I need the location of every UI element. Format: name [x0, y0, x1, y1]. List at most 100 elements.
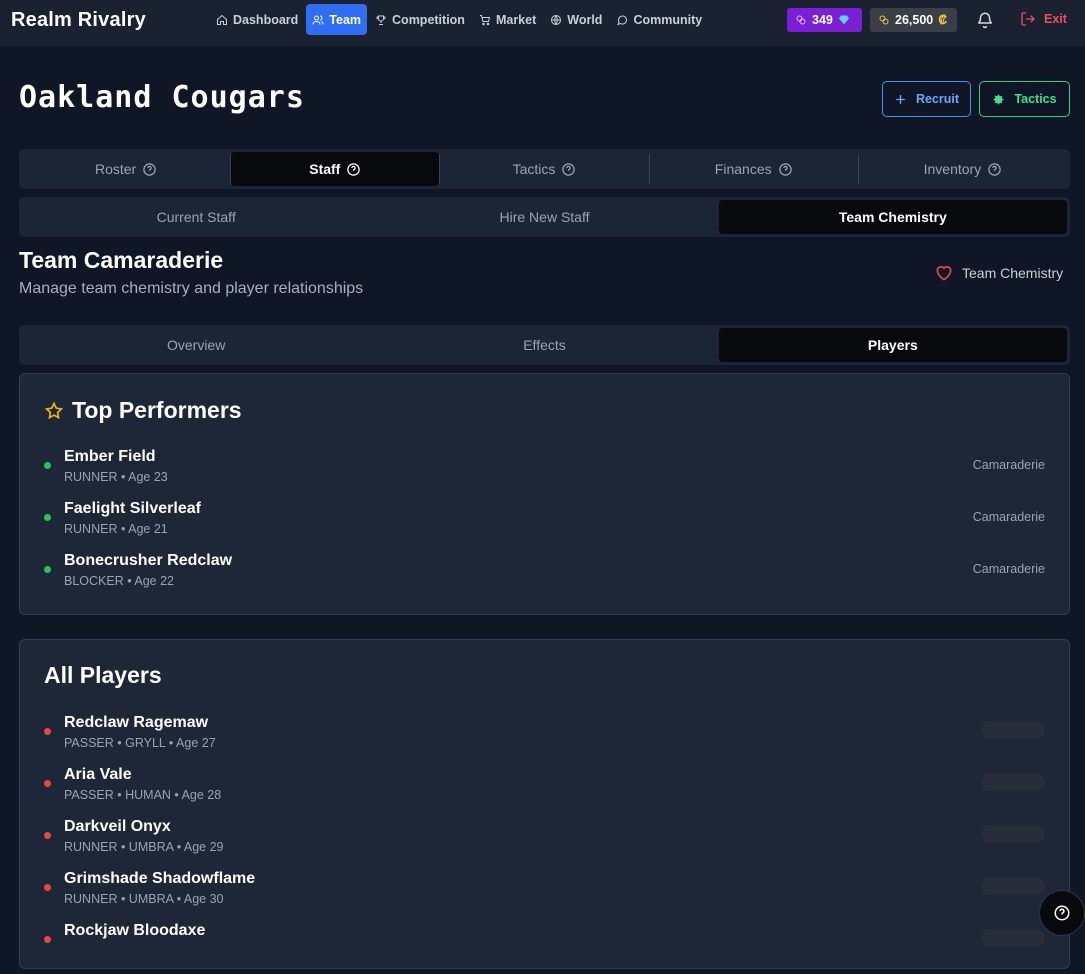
list-item[interactable]: Darkveil Onyx RUNNER • UMBRA • Age 29	[44, 818, 1045, 870]
help-circle-icon	[143, 162, 156, 176]
help-circle-icon	[347, 162, 361, 176]
player-name: Grimshade Shadowflame	[64, 870, 256, 887]
tab-label: Effects	[523, 337, 566, 353]
tab-roster[interactable]: Roster	[22, 152, 230, 186]
tab-label: Players	[867, 337, 918, 353]
status-dot	[44, 832, 51, 839]
plus-icon	[896, 94, 905, 104]
help-button[interactable]	[1039, 890, 1085, 936]
tab-label: Overview	[166, 337, 226, 353]
coins-balance[interactable]: 26,500 ₡	[870, 8, 957, 32]
status-dot	[44, 514, 51, 521]
list-item[interactable]: Grimshade Shadowflame RUNNER • UMBRA • A…	[44, 870, 1045, 922]
tab-inventory[interactable]: Inventory	[859, 152, 1067, 186]
tab-players[interactable]: Players	[718, 328, 1067, 362]
nav-label: World	[567, 12, 603, 27]
trophy-icon	[376, 15, 386, 25]
nav-label: Market	[495, 12, 537, 27]
section-title: Team Camaraderie	[19, 247, 224, 273]
card-title: All Players	[44, 662, 162, 689]
home-icon	[217, 14, 227, 25]
users-icon	[312, 15, 324, 25]
gems-balance[interactable]: 349	[787, 8, 862, 32]
player-meta: BLOCKER • Age 22	[64, 574, 174, 588]
card-title-text: All Players	[44, 662, 162, 688]
player-name: Ember Field	[64, 448, 156, 465]
list-item[interactable]: Faelight Silverleaf RUNNER • Age 21 Cama…	[44, 500, 1045, 552]
player-name: Faelight Silverleaf	[64, 500, 201, 517]
bell-icon[interactable]	[976, 11, 994, 29]
nav-competition[interactable]: Competition	[369, 4, 471, 35]
help-circle-icon	[1054, 905, 1070, 921]
tab-hire-new-staff[interactable]: Hire New Staff	[370, 200, 718, 234]
coins-icon	[879, 15, 889, 25]
nav-label: Team	[329, 12, 362, 27]
chemistry-tabs: Overview Effects Players	[19, 325, 1070, 365]
tab-label: Staff	[309, 161, 341, 177]
loading-placeholder	[981, 773, 1045, 791]
nav-team[interactable]: Team	[306, 4, 368, 35]
top-performers-list: Ember Field RUNNER • Age 23 Camaraderie …	[44, 448, 1045, 604]
tab-team-chemistry[interactable]: Team Chemistry	[718, 200, 1067, 234]
loading-placeholder	[981, 721, 1045, 739]
nav-label: Community	[633, 12, 703, 27]
all-players-card: All Players Redclaw Ragemaw PASSER • GRY…	[19, 639, 1070, 969]
tab-effects[interactable]: Effects	[370, 328, 718, 362]
gems-value: 349	[812, 13, 833, 27]
heart-icon	[936, 265, 952, 281]
player-name: Redclaw Ragemaw	[64, 714, 209, 731]
star-icon	[44, 401, 64, 419]
nav-world[interactable]: World	[544, 4, 608, 35]
tactics-button[interactable]: Tactics	[979, 81, 1070, 117]
nav-label: Dashboard	[233, 12, 299, 27]
list-item[interactable]: Redclaw Ragemaw PASSER • GRYLL • Age 27	[44, 714, 1045, 766]
help-circle-icon	[778, 162, 792, 176]
tab-tactics[interactable]: Tactics	[440, 152, 648, 186]
nav-links: Dashboard Team Competition Market World …	[210, 4, 708, 35]
app-brand[interactable]: Realm Rivalry	[11, 9, 146, 32]
nav-dashboard[interactable]: Dashboard	[210, 4, 304, 35]
tab-overview[interactable]: Overview	[22, 328, 370, 362]
tab-finances[interactable]: Finances	[650, 152, 858, 186]
tab-current-staff[interactable]: Current Staff	[22, 200, 370, 234]
list-item[interactable]: Aria Vale PASSER • HUMAN • Age 28	[44, 766, 1045, 818]
status-dot	[44, 728, 51, 735]
recruit-button[interactable]: Recruit	[882, 81, 971, 117]
list-item[interactable]: Rockjaw Bloodaxe	[44, 922, 1045, 974]
nav-community[interactable]: Community	[610, 4, 708, 35]
logout-icon	[1021, 12, 1035, 26]
tab-label: Current Staff	[156, 209, 236, 225]
player-meta: RUNNER • UMBRA • Age 29	[64, 840, 224, 854]
team-name: Oakland Cougars	[19, 80, 305, 115]
status-dot	[44, 566, 51, 573]
loading-placeholder	[981, 929, 1045, 947]
staff-tabs: Current Staff Hire New Staff Team Chemis…	[19, 197, 1070, 237]
gems-icon	[796, 15, 806, 25]
player-name: Aria Vale	[64, 766, 132, 783]
team-chemistry-badge: Team Chemistry	[934, 263, 1063, 283]
player-meta: RUNNER • UMBRA • Age 30	[64, 892, 224, 906]
exit-button[interactable]: Exit	[1020, 11, 1067, 27]
list-item[interactable]: Ember Field RUNNER • Age 23 Camaraderie	[44, 448, 1045, 500]
chat-icon	[617, 15, 628, 25]
badge-label: Team Chemistry	[962, 265, 1064, 281]
loading-placeholder	[981, 825, 1045, 843]
card-title: Top Performers	[44, 397, 242, 424]
recruit-label: Recruit	[915, 92, 960, 106]
player-camaraderie: Camaraderie	[972, 562, 1045, 576]
status-dot	[44, 462, 51, 469]
status-dot	[44, 936, 51, 943]
list-item[interactable]: Bonecrusher Redclaw BLOCKER • Age 22 Cam…	[44, 552, 1045, 604]
nav-label: Competition	[392, 12, 465, 27]
cart-icon	[479, 14, 491, 25]
status-dot	[44, 884, 51, 891]
card-title-text: Top Performers	[72, 397, 242, 423]
tab-label: Inventory	[923, 161, 982, 177]
nav-market[interactable]: Market	[473, 4, 542, 35]
player-meta: RUNNER • Age 23	[64, 470, 168, 484]
tab-label: Team Chemistry	[838, 209, 947, 225]
help-circle-icon	[988, 162, 1001, 176]
gear-icon	[994, 94, 1004, 104]
diamond-icon	[838, 15, 849, 25]
tab-staff[interactable]: Staff	[231, 152, 440, 186]
